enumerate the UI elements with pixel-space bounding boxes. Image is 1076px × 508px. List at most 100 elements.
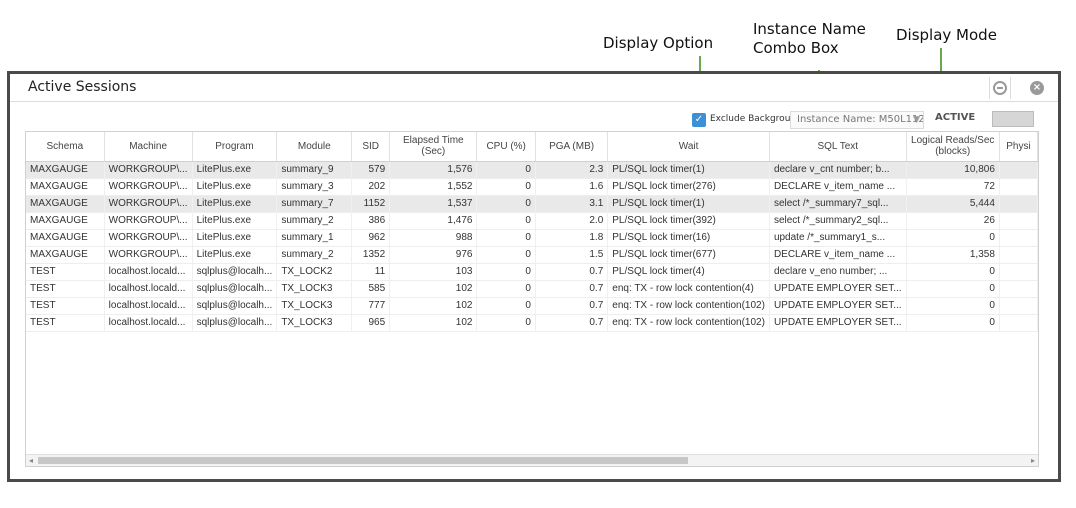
column-header[interactable]: SID (351, 132, 391, 162)
column-header[interactable]: Logical Reads/Sec (blocks) (906, 132, 1000, 162)
table-cell: 579 (351, 161, 391, 179)
table-row[interactable]: MAXGAUGE WORKGROUP\... LitePlus.exe summary… (26, 161, 1038, 179)
table-cell: 202 (351, 178, 391, 196)
table-cell: localhost.locald... (104, 280, 193, 298)
table-cell: WORKGROUP\... (104, 161, 193, 179)
table-cell: 11 (351, 263, 391, 281)
table-cell (999, 263, 1038, 281)
table-cell: MAXGAUGE (26, 195, 105, 213)
table-cell: LitePlus.exe (192, 161, 278, 179)
table-cell: 0 (476, 195, 536, 213)
panel-title-bar: Active Sessions × (10, 74, 1058, 102)
sessions-grid: Schema Machine Program Module SID Elapsed Tim… (25, 131, 1039, 467)
table-cell: LitePlus.exe (192, 229, 278, 247)
table-cell: 26 (906, 212, 1000, 230)
table-cell: summary_7 (276, 195, 353, 213)
table-header-row: Schema Machine Program Module SID Elapsed Tim… (26, 132, 1038, 162)
table-cell: WORKGROUP\... (104, 178, 193, 196)
instance-name-annotation: Instance Name Combo Box (753, 20, 866, 57)
table-cell: TEST (26, 314, 105, 332)
table-cell: 0 (476, 178, 536, 196)
active-sessions-panel: Active Sessions × ✓ Exclude Background I… (7, 71, 1061, 482)
table-cell: 0 (476, 263, 536, 281)
table-cell: sqlplus@localh... (192, 297, 278, 315)
table-cell: 2.3 (535, 161, 609, 179)
instance-name-combo[interactable]: Instance Name: M50L112( ▼ (790, 111, 924, 129)
table-cell: 0.7 (535, 297, 609, 315)
table-cell: DECLARE v_item_name ... (769, 178, 907, 196)
table-cell: 1,537 (389, 195, 478, 213)
horizontal-scrollbar[interactable]: ◂ ▸ (26, 454, 1038, 466)
display-mode-annotation: Display Mode (896, 26, 997, 44)
table-cell: 0.7 (535, 280, 609, 298)
column-header[interactable]: Program (192, 132, 278, 162)
table-cell: 0.7 (535, 263, 609, 281)
table-cell: WORKGROUP\... (104, 246, 193, 264)
table-row[interactable]: TEST localhost.locald... sqlplus@localh...… (26, 263, 1038, 281)
column-header[interactable]: PGA (MB) (535, 132, 609, 162)
table-cell: LitePlus.exe (192, 195, 278, 213)
table-body: MAXGAUGE WORKGROUP\... LitePlus.exe summary… (26, 161, 1038, 332)
table-cell: LitePlus.exe (192, 246, 278, 264)
table-row[interactable]: MAXGAUGE WORKGROUP\... LitePlus.exe summary… (26, 246, 1038, 264)
minimize-button[interactable] (989, 77, 1011, 99)
column-header[interactable]: Physi (999, 132, 1038, 162)
display-mode-toggle[interactable] (992, 111, 1034, 127)
exclude-background-checkbox[interactable]: ✓ (692, 113, 706, 127)
scroll-thumb[interactable] (38, 457, 688, 464)
table-cell: 1,552 (389, 178, 478, 196)
table-cell: TEST (26, 263, 105, 281)
table-row[interactable]: TEST localhost.locald... sqlplus@localh...… (26, 297, 1038, 315)
table-cell: 0 (476, 314, 536, 332)
column-header[interactable]: Wait (607, 132, 770, 162)
table-cell: select /*_summary2_sql... (769, 212, 907, 230)
table-row[interactable]: MAXGAUGE WORKGROUP\... LitePlus.exe summary… (26, 229, 1038, 247)
table-cell: 0 (906, 229, 1000, 247)
column-header[interactable]: Module (276, 132, 353, 162)
column-header[interactable]: Elapsed Time (Sec) (389, 132, 478, 162)
table-cell: 10,806 (906, 161, 1000, 179)
table-row[interactable]: MAXGAUGE WORKGROUP\... LitePlus.exe summary… (26, 178, 1038, 196)
table-cell: select /*_summary7_sql... (769, 195, 907, 213)
table-cell: LitePlus.exe (192, 212, 278, 230)
table-row[interactable]: MAXGAUGE WORKGROUP\... LitePlus.exe summary… (26, 195, 1038, 213)
table-cell: 0 (476, 280, 536, 298)
table-cell: 0 (906, 314, 1000, 332)
sessions-table: Schema Machine Program Module SID Elapsed Tim… (26, 132, 1038, 332)
table-cell: sqlplus@localh... (192, 314, 278, 332)
instance-name-value: Instance Name: M50L112( (797, 114, 924, 125)
table-cell: 386 (351, 212, 391, 230)
table-cell: summary_9 (276, 161, 353, 179)
table-cell: 988 (389, 229, 478, 247)
table-cell: 102 (389, 314, 478, 332)
table-cell: PL/SQL lock timer(276) (607, 178, 770, 196)
column-header[interactable]: SQL Text (769, 132, 907, 162)
table-cell: 1152 (351, 195, 391, 213)
scroll-right-icon[interactable]: ▸ (1031, 455, 1035, 466)
table-cell (999, 280, 1038, 298)
table-row[interactable]: MAXGAUGE WORKGROUP\... LitePlus.exe summary… (26, 212, 1038, 230)
table-cell: UPDATE EMPLOYER SET... (769, 280, 907, 298)
table-cell: update /*_summary1_s... (769, 229, 907, 247)
table-cell: declare v_eno number; ... (769, 263, 907, 281)
table-cell: TEST (26, 297, 105, 315)
column-header[interactable]: Machine (104, 132, 193, 162)
table-cell: 102 (389, 297, 478, 315)
table-cell: MAXGAUGE (26, 212, 105, 230)
table-cell: MAXGAUGE (26, 246, 105, 264)
table-row[interactable]: TEST localhost.locald... sqlplus@localh...… (26, 280, 1038, 298)
table-cell: PL/SQL lock timer(677) (607, 246, 770, 264)
scroll-left-icon[interactable]: ◂ (29, 455, 33, 466)
table-cell (999, 229, 1038, 247)
table-cell: 0 (476, 297, 536, 315)
column-header[interactable]: CPU (%) (476, 132, 536, 162)
table-cell: 0 (906, 280, 1000, 298)
column-header[interactable]: Schema (26, 132, 105, 162)
table-cell (999, 314, 1038, 332)
table-cell: MAXGAUGE (26, 161, 105, 179)
table-cell: 1,576 (389, 161, 478, 179)
table-cell: 962 (351, 229, 391, 247)
exclude-background-label: Exclude Background (710, 114, 802, 124)
close-button[interactable]: × (1026, 77, 1048, 99)
table-row[interactable]: TEST localhost.locald... sqlplus@localh...… (26, 314, 1038, 332)
